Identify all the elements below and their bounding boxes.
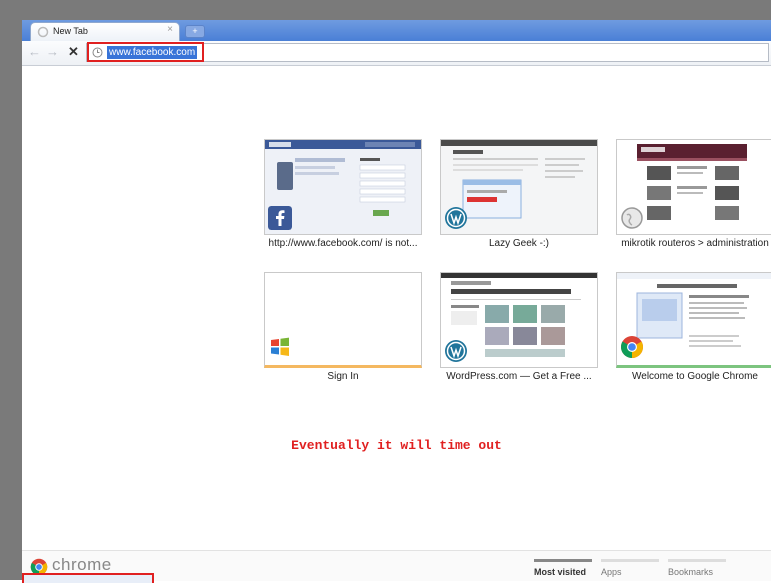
most-visited-tile[interactable]: WordPress.com — Get a Free ...	[440, 272, 598, 382]
tile-thumbnail	[264, 139, 422, 235]
url-annotation-box	[87, 42, 204, 62]
footer-tab-apps[interactable]: Apps	[601, 559, 659, 577]
tab-indicator	[601, 559, 659, 562]
screenshot-frame-top	[0, 0, 771, 20]
most-visited-tile[interactable]: Lazy Geek -:)	[440, 139, 598, 249]
new-tab-page: http://www.facebook.com/ is not... Lazy …	[22, 66, 771, 550]
footer-tab-most-visited[interactable]: Most visited	[534, 559, 592, 577]
most-visited-tile[interactable]: mikrotik routeros > administration	[616, 139, 771, 249]
new-tab-button[interactable]: +	[185, 25, 205, 38]
facebook-icon	[268, 206, 292, 230]
chrome-icon	[621, 336, 643, 358]
loading-icon	[37, 26, 49, 38]
tile-caption: http://www.facebook.com/ is not...	[268, 238, 418, 249]
tab-title: New Tab	[53, 26, 88, 36]
tile-caption: mikrotik routeros > administration	[621, 238, 769, 249]
footer-tab-label: Bookmarks	[668, 567, 714, 577]
stop-button[interactable]: ✕	[68, 45, 79, 59]
tile-thumbnail	[440, 272, 598, 368]
wordpress-icon	[445, 340, 467, 362]
tile-caption: Welcome to Google Chrome	[632, 371, 758, 382]
tile-caption: Sign In	[327, 371, 359, 382]
footer-tab-label: Most visited	[534, 567, 587, 577]
tab-indicator	[668, 559, 726, 562]
tab-indicator	[534, 559, 592, 562]
most-visited-tile[interactable]: Sign In	[264, 272, 422, 382]
tile-thumbnail	[616, 272, 771, 368]
tab-new-tab[interactable]: New Tab ×	[30, 22, 180, 41]
footer-tab-label: Apps	[601, 567, 622, 577]
footer-tab-bookmarks[interactable]: Bookmarks	[668, 559, 726, 577]
tab-close-icon[interactable]: ×	[167, 24, 173, 35]
tile-thumbnail	[440, 139, 598, 235]
tile-thumbnail	[264, 272, 422, 368]
screenshot-frame-left	[0, 0, 22, 580]
timeout-annotation: Eventually it will time out	[291, 438, 502, 453]
tile-caption: Lazy Geek -:)	[488, 238, 550, 249]
wordpress-icon	[445, 207, 467, 229]
most-visited-tile[interactable]: http://www.facebook.com/ is not...	[264, 139, 422, 249]
forward-button[interactable]: →	[46, 45, 59, 59]
back-button[interactable]: ←	[28, 45, 41, 59]
windows-live-icon	[271, 337, 289, 356]
chrome-wordmark: chrome	[52, 555, 112, 574]
tab-strip: New Tab × +	[22, 20, 771, 41]
most-visited-tile[interactable]: Welcome to Google Chrome	[616, 272, 771, 382]
tile-caption: WordPress.com — Get a Free ...	[446, 371, 592, 382]
tile-thumbnail	[616, 139, 771, 235]
status-bar-annotation-box	[22, 573, 154, 583]
globe-icon	[621, 207, 643, 229]
